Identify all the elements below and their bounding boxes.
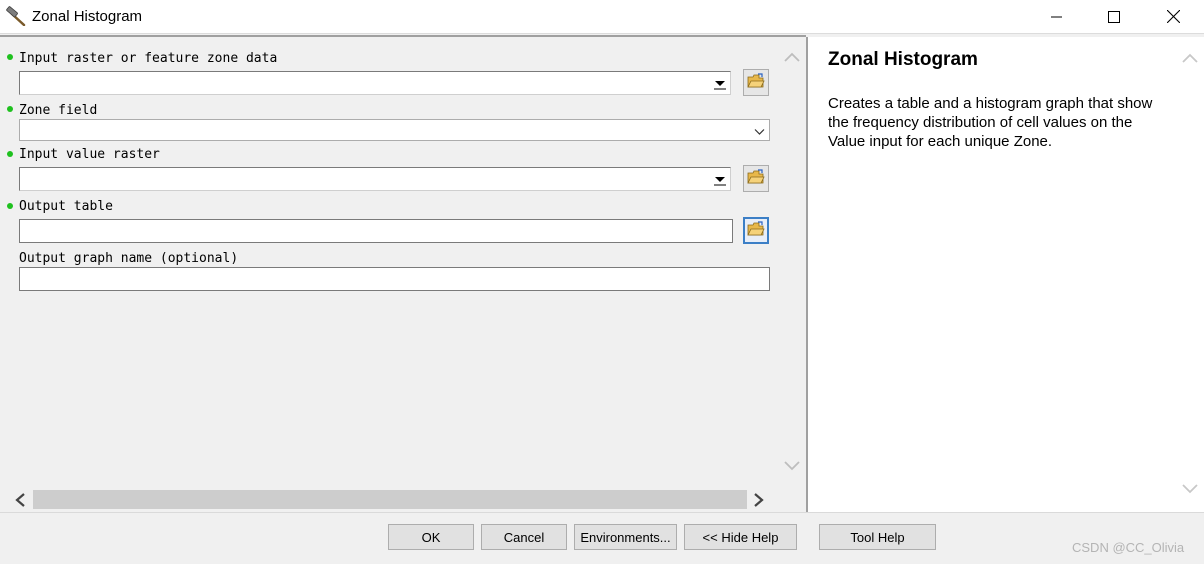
scroll-right-icon[interactable] [752,492,766,511]
horizontal-scroll-thumb[interactable] [33,490,747,509]
output-table-input[interactable] [19,219,733,243]
cancel-button[interactable]: Cancel [481,524,567,550]
hide-help-button[interactable]: << Hide Help [684,524,797,550]
zone-field-select[interactable] [19,119,770,141]
input-value-label: Input value raster [19,147,160,162]
scroll-down-icon[interactable] [783,460,801,475]
folder-open-icon [747,169,765,188]
scroll-up-icon[interactable] [783,51,801,66]
help-vertical-scrollbar[interactable] [1178,40,1202,500]
output-graph-input[interactable] [19,267,770,291]
maximize-button[interactable] [1085,0,1143,33]
input-value-browse-button[interactable] [743,165,769,192]
help-title: Zonal Histogram [828,49,978,70]
output-graph-label: Output graph name (optional) [19,251,239,266]
help-panel: Zonal Histogram Creates a table and a hi… [808,37,1204,512]
scroll-left-icon[interactable] [13,492,27,511]
zone-field-label: Zone field [19,103,98,118]
input-zone-label: Input raster or feature zone data [19,51,278,66]
scroll-down-icon[interactable] [1181,483,1199,498]
input-zone-browse-button[interactable] [743,69,769,96]
folder-open-icon [747,73,765,92]
dropdown-arrow-icon[interactable] [712,171,728,188]
required-indicator [7,203,13,209]
help-description: Creates a table and a histogram graph th… [828,95,1153,150]
close-button[interactable] [1144,0,1202,33]
output-table-label: Output table [19,199,113,214]
parameters-vertical-scrollbar[interactable] [780,39,804,479]
required-indicator [7,106,13,112]
dropdown-arrow-icon[interactable] [712,75,728,92]
environments-button[interactable]: Environments... [574,524,677,550]
scroll-up-icon[interactable] [1181,52,1199,67]
output-table-browse-button[interactable] [743,217,769,244]
folder-open-icon [747,221,765,240]
input-value-combobox[interactable] [19,167,731,191]
watermark: CSDN @CC_Olivia [1072,540,1185,555]
hammer-icon [6,6,28,27]
ok-button[interactable]: OK [388,524,474,550]
window-title: Zonal Histogram [32,8,143,25]
chevron-down-icon[interactable] [754,125,765,139]
required-indicator [7,54,13,60]
tool-help-button[interactable]: Tool Help [819,524,936,550]
minimize-button[interactable] [1028,0,1086,33]
input-zone-combobox[interactable] [19,71,731,95]
title-bar: Zonal Histogram [0,0,1204,34]
required-indicator [7,151,13,157]
